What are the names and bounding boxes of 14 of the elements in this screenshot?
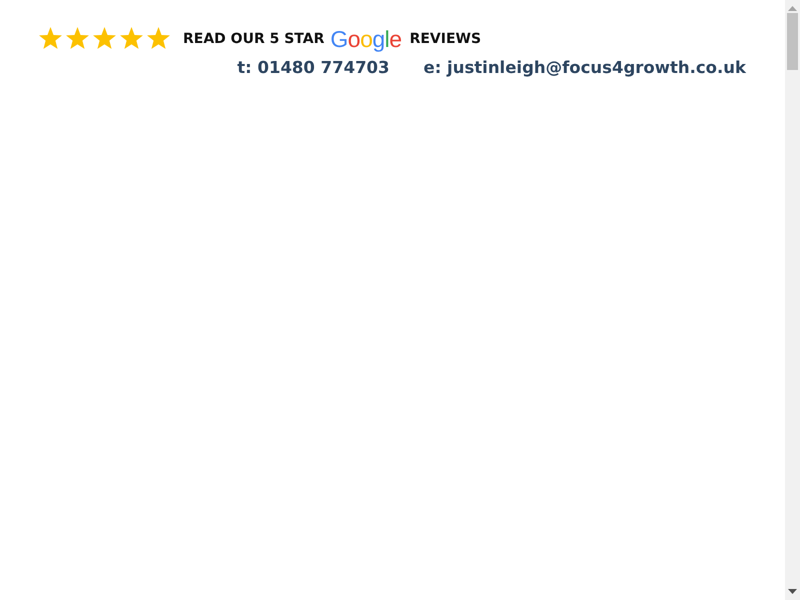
scroll-thumb[interactable] xyxy=(787,13,798,70)
phone-link[interactable]: t: 01480 774703 xyxy=(237,58,390,77)
email-link[interactable]: e: justinleigh@focus4growth.co.uk xyxy=(424,58,746,77)
star-icon xyxy=(38,27,63,51)
star-icon xyxy=(92,27,117,51)
scroll-down-icon[interactable] xyxy=(788,589,797,594)
scrollbar[interactable] xyxy=(785,0,800,600)
scroll-up-icon[interactable] xyxy=(788,6,797,11)
star-icon xyxy=(119,27,144,51)
reviews-label: READ OUR 5 STAR xyxy=(183,31,324,47)
reviews-label: REVIEWS xyxy=(410,31,482,47)
google-logo[interactable]: Google xyxy=(330,26,402,52)
star-icon xyxy=(146,27,171,51)
star-icon xyxy=(65,27,90,51)
